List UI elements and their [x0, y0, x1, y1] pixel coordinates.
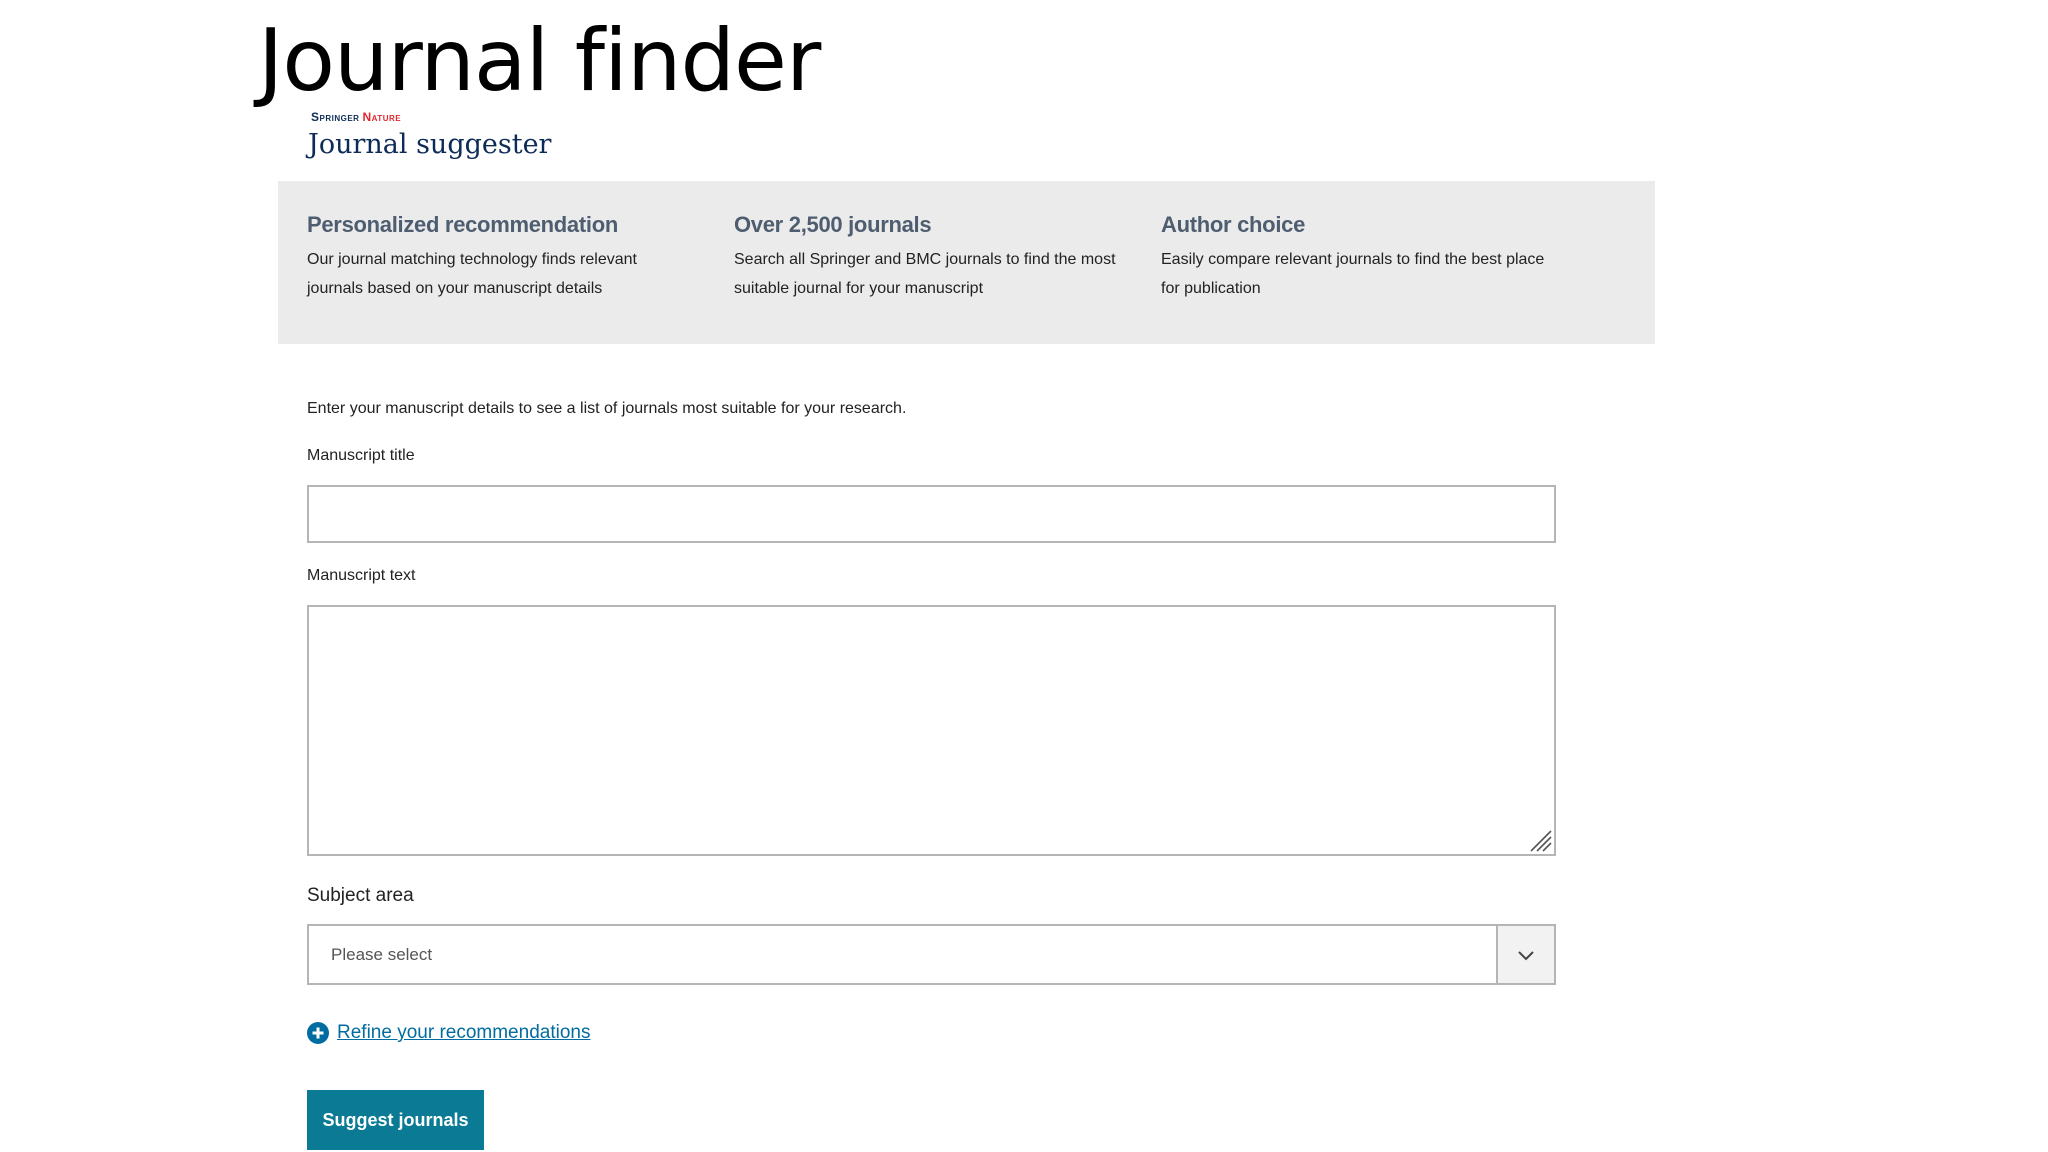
feature-author-choice: Author choice Easily compare relevant jo… — [1161, 211, 1551, 303]
manuscript-text-label: Manuscript text — [307, 567, 416, 584]
subject-area-select[interactable]: Please select — [307, 924, 1556, 985]
app-title: Journal suggester — [308, 129, 552, 160]
resize-handle-icon[interactable] — [1527, 827, 1553, 853]
springer-nature-logo: Springer Nature — [311, 110, 401, 124]
dropdown-toggle[interactable] — [1496, 926, 1554, 983]
manuscript-text-input[interactable] — [307, 605, 1556, 856]
form-intro: Enter your manuscript details to see a l… — [307, 400, 907, 417]
plus-circle-icon — [307, 1022, 329, 1044]
manuscript-text-wrapper — [307, 605, 1556, 856]
slide-title: Journal finder — [258, 11, 821, 111]
refine-recommendations-link[interactable]: Refine your recommendations — [307, 1021, 590, 1045]
refine-recommendations-label: Refine your recommendations — [337, 1022, 591, 1043]
feature-heading: Author choice — [1161, 212, 1305, 237]
feature-text: Our journal matching technology finds re… — [307, 251, 637, 297]
brand-nature: Nature — [362, 110, 402, 124]
chevron-down-icon — [1518, 950, 1534, 960]
feature-journal-count: Over 2,500 journals Search all Springer … — [734, 211, 1124, 303]
subject-area-value: Please select — [331, 944, 433, 964]
subject-area-label: Subject area — [307, 885, 414, 906]
features-banner: Personalized recommendation Our journal … — [278, 181, 1655, 344]
feature-text: Easily compare relevant journals to find… — [1161, 251, 1545, 297]
feature-personalized: Personalized recommendation Our journal … — [307, 211, 697, 303]
brand-springer: Springer — [311, 110, 360, 124]
feature-heading: Over 2,500 journals — [734, 212, 932, 237]
manuscript-title-input[interactable] — [307, 485, 1556, 543]
suggest-journals-button[interactable]: Suggest journals — [307, 1090, 484, 1150]
feature-text: Search all Springer and BMC journals to … — [734, 251, 1116, 297]
feature-heading: Personalized recommendation — [307, 212, 618, 237]
manuscript-title-label: Manuscript title — [307, 447, 415, 464]
